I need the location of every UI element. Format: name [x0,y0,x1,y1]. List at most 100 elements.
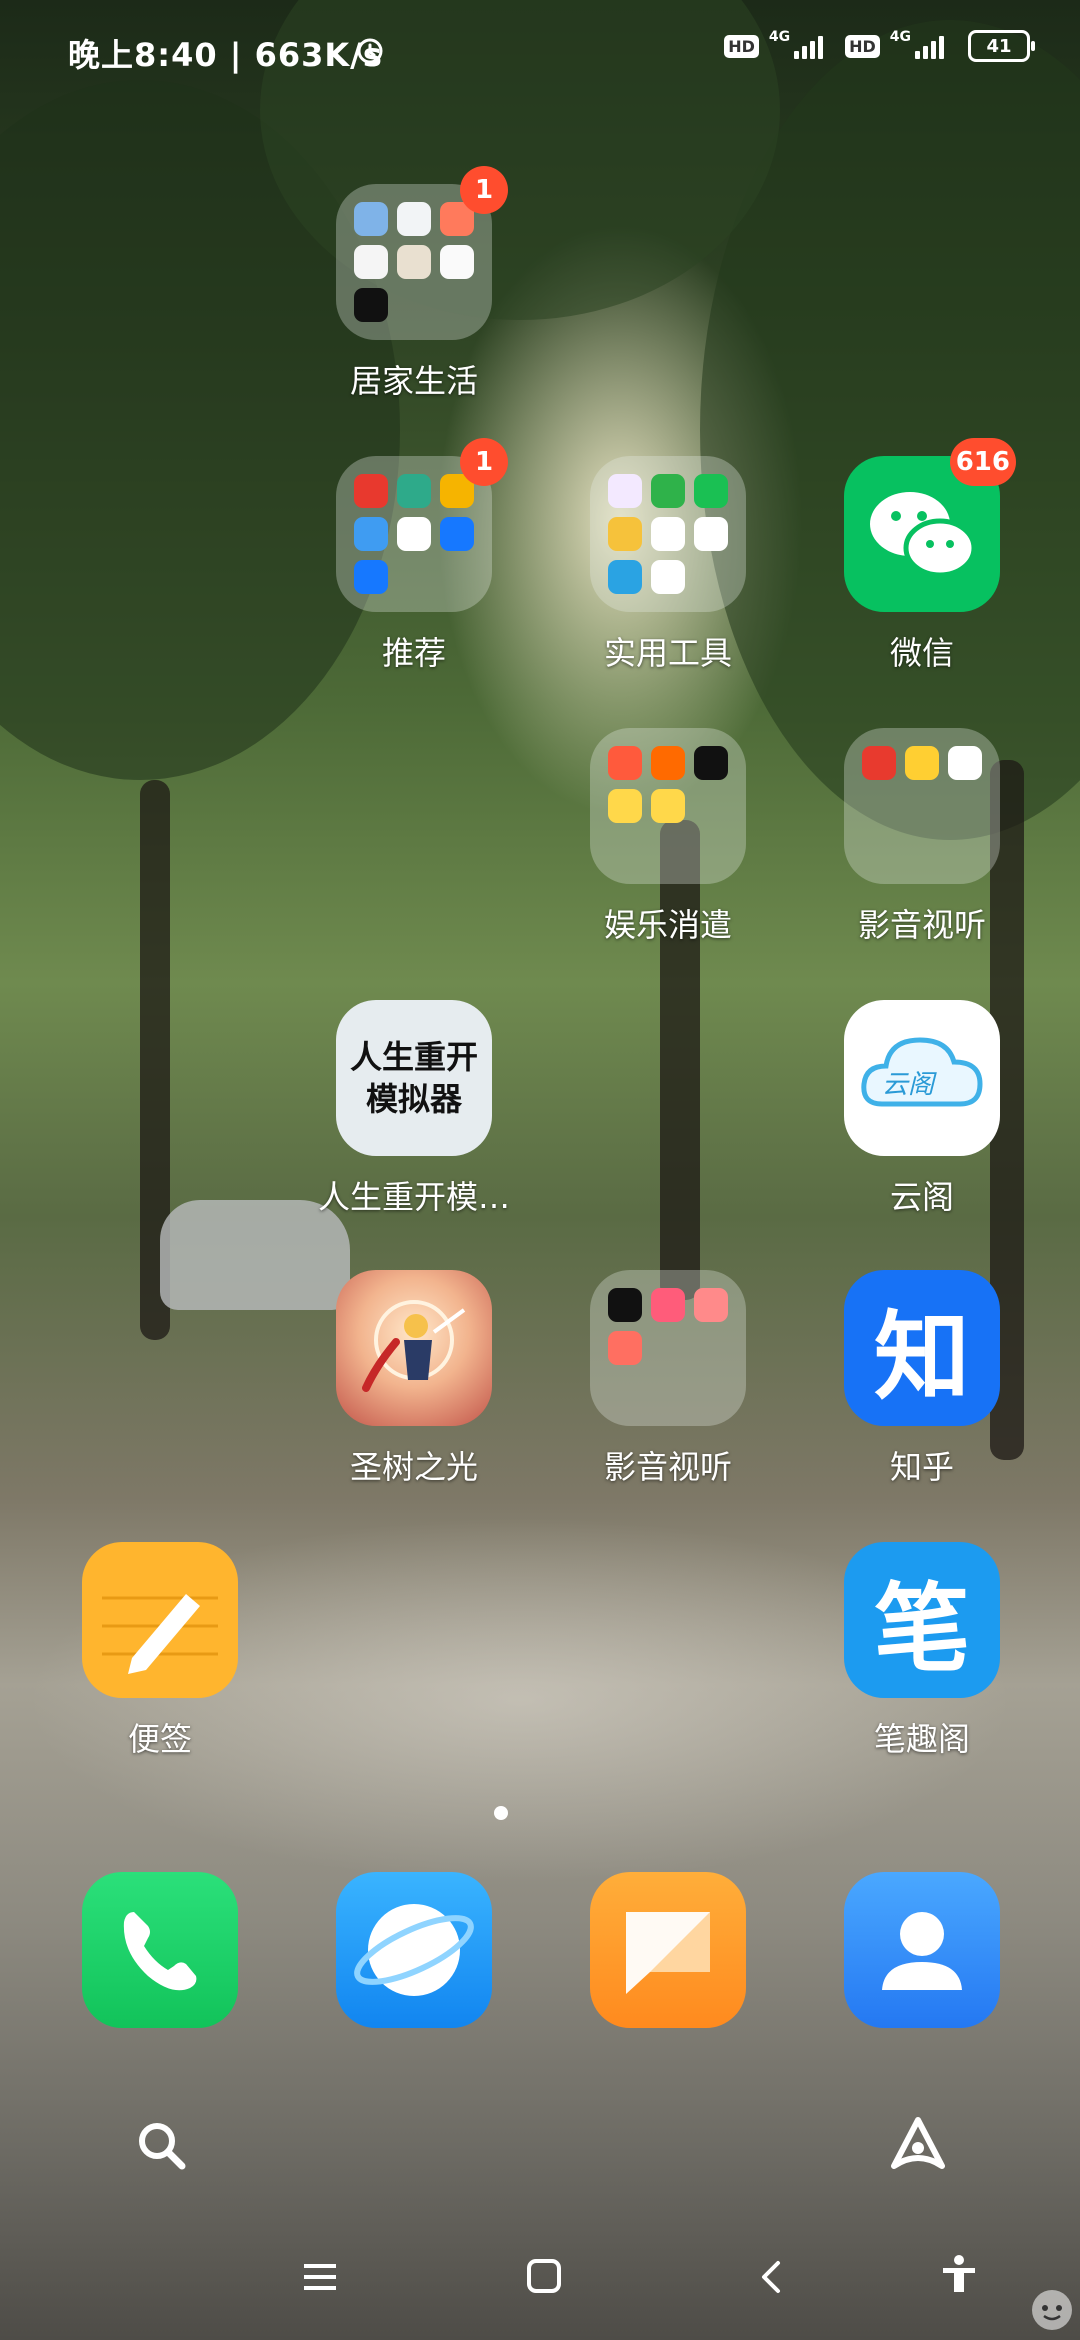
hd-voice-badge: HD [845,34,880,58]
kugou-icon [948,746,982,780]
app-label: 笔趣阁 [873,1720,970,1758]
alipay-icon [440,517,474,551]
folder-utilities[interactable]: 实用工具 [568,456,768,674]
folder-home-life[interactable]: 1 居家生活 [314,166,514,402]
app-holy-tree[interactable]: 圣树之光 [314,1270,514,1488]
notification-badge: 1 [460,438,508,486]
folder-icon [590,1270,746,1426]
wechat-mini-icon [694,474,728,508]
folder-label: 影音视听 [857,906,986,944]
status-bar: 晚上8:40 | 663K/s HD 4G HD 4G 41 [0,0,1080,100]
dock-browser[interactable] [314,1872,514,2028]
app-life-restart[interactable]: 人生重开模拟器 人生重开模… [314,1000,514,1218]
play-store-icon [354,245,388,279]
battery-icon: 41 [968,30,1035,62]
hd-voice-badge: HD [724,34,759,58]
search-icon[interactable] [134,2118,190,2174]
video-icon [608,1331,642,1365]
zhihu-icon: 知 [844,1270,1000,1426]
status-icons: HD 4G HD 4G 41 [724,29,1035,62]
app-label: 知乎 [889,1448,954,1486]
folder-label: 娱乐消遣 [603,906,732,944]
folder-label: 居家生活 [349,362,478,400]
contacts-icon [844,1872,1000,2028]
folder-icon: 1 [336,166,508,340]
video-icon [694,1288,728,1322]
folder-icon [590,728,746,884]
holy-tree-icon [336,1270,492,1426]
page-indicator-dot [494,1806,508,1820]
folder-entertainment[interactable]: 娱乐消遣 [568,728,768,946]
app-notes[interactable]: 便签 [60,1542,260,1760]
dock-messages[interactable] [568,1872,768,2028]
app-label: 圣树之光 [349,1448,478,1486]
status-time-speed: 晚上8:40 | 663K/s [68,36,383,74]
cloud-icon [354,517,388,551]
network-type: 4G [768,29,791,45]
netease-music-icon [862,746,896,780]
video-icon [651,1288,685,1322]
network-type: 4G [889,29,911,45]
app-label: 云阁 [889,1178,954,1216]
wechat-icon: 616 [844,438,1016,612]
security-icon [651,474,685,508]
yunge-icon: 云阁 [844,1000,1000,1156]
life-restart-icon: 人生重开模拟器 [336,1000,492,1156]
messages-icon [590,1872,746,2028]
folder-recommended[interactable]: 1 推荐 [314,438,514,674]
wps-icon [354,474,388,508]
zhihu-icon-text: 知 [874,1300,970,1413]
game-icon [651,789,685,823]
browser-icon [336,1872,492,2028]
map-icon [397,517,431,551]
folder-icon: 1 [336,438,508,612]
fitness-icon [397,245,431,279]
home-icon[interactable] [526,2258,562,2294]
app-icon [608,474,642,508]
signal-icon [915,33,944,59]
phone-icon [82,1872,238,2028]
android-icon [397,474,431,508]
game-icon [608,789,642,823]
accessibility-icon[interactable] [940,2254,978,2294]
game-icon [651,746,685,780]
notification-badge: 616 [949,438,1016,486]
app-yunge[interactable]: 云阁 云阁 [822,1000,1022,1218]
biquge-icon-text: 笔 [874,1571,970,1685]
folder-media[interactable]: 影音视听 [822,728,1022,946]
taiji-icon [354,288,388,322]
home-screen: 晚上8:40 | 663K/s HD 4G HD 4G 41 1 居家生活 1 … [0,0,1080,2340]
app-label: 微信 [889,634,954,672]
battery-level: 41 [986,35,1012,57]
share-icon [651,560,685,594]
app-wechat[interactable]: 616 微信 [822,438,1022,674]
weather-icon [354,202,388,236]
alarm-clock-icon [357,38,383,64]
calendar-icon [397,202,431,236]
game-icon [608,746,642,780]
yunge-icon-text: 云阁 [882,1070,935,1100]
folder-media[interactable]: 影音视听 [568,1270,768,1488]
folder-icon [844,728,1000,884]
dock-phone[interactable] [60,1872,260,2028]
mail-icon [608,517,642,551]
building-icon [440,245,474,279]
life-restart-icon-text: 人生重开模拟器 [349,1038,478,1118]
dock-contacts[interactable] [822,1872,1022,2028]
menu-icon[interactable] [302,2262,338,2292]
floating-assistant-icon[interactable] [1030,2288,1074,2332]
folder-label: 推荐 [381,634,446,672]
video-icon [905,746,939,780]
back-icon[interactable] [758,2260,784,2294]
app-label: 人生重开模… [317,1178,510,1216]
telegram-icon [608,560,642,594]
biquge-icon: 笔 [844,1542,1000,1698]
app-label: 便签 [127,1720,192,1758]
folder-label: 实用工具 [603,634,732,672]
app-zhihu[interactable]: 知 知乎 [822,1270,1022,1488]
assistant-icon[interactable] [886,2112,950,2176]
tiktok-icon [694,746,728,780]
qq-icon [694,517,728,551]
folder-label: 影音视听 [603,1448,732,1486]
app-biquge[interactable]: 笔 笔趣阁 [822,1542,1022,1760]
